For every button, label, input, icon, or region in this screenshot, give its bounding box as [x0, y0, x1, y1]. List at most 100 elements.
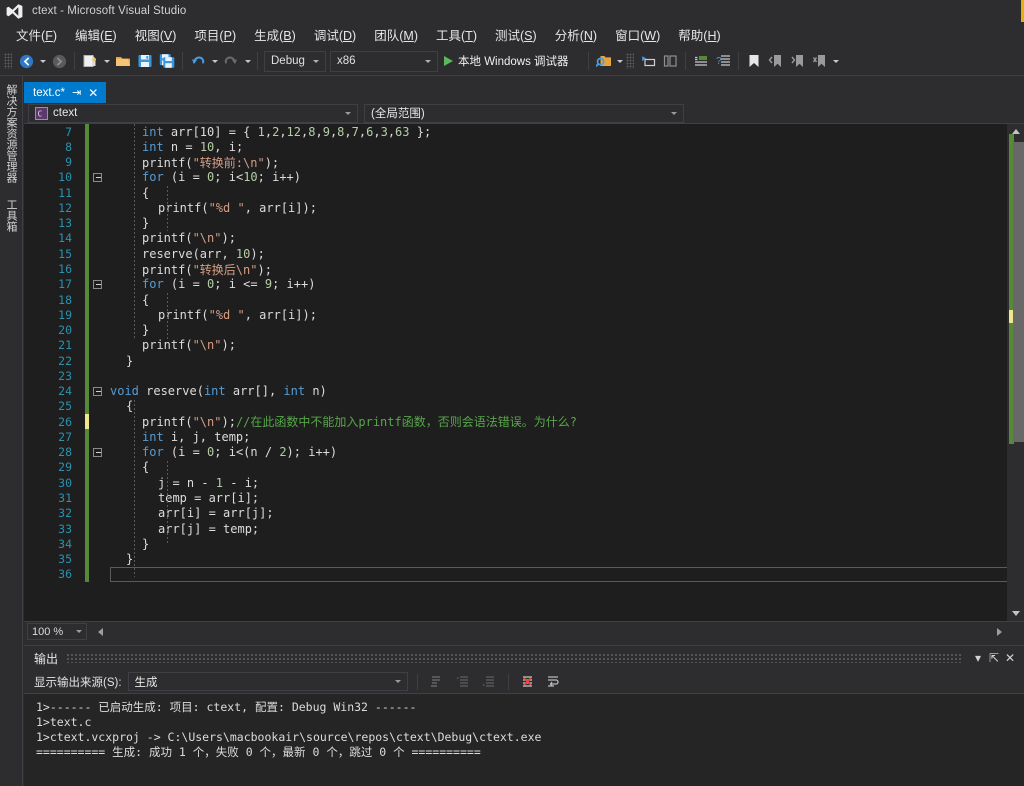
menu-item-build[interactable]: 生成(B)	[245, 23, 305, 47]
goto-message-icon[interactable]	[427, 672, 447, 692]
code-line[interactable]: 35}	[24, 551, 1024, 567]
collapse-region-icon[interactable]	[89, 447, 106, 457]
code-line[interactable]: 31 temp = arr[i];	[24, 490, 1024, 506]
code-line[interactable]: 16 printf("转换后\n");	[24, 261, 1024, 277]
code-line[interactable]: 10 for (i = 0; i<10; i++)	[24, 169, 1024, 186]
code-line[interactable]: 19 printf("%d ", arr[i]);	[24, 307, 1024, 323]
scrollbar-thumb[interactable]	[1013, 142, 1024, 442]
toolbar-grip[interactable]	[4, 53, 12, 69]
undo-dropdown-icon[interactable]	[209, 50, 220, 72]
start-debugging-button[interactable]: 本地 Windows 调试器	[440, 50, 584, 72]
toolbar-grip[interactable]	[625, 53, 634, 69]
code-line[interactable]: 23	[24, 368, 1024, 384]
menu-item-window[interactable]: 窗口(W)	[606, 23, 669, 47]
code-line[interactable]: 9 printf("转换前:\n");	[24, 154, 1024, 170]
code-line[interactable]: 29 {	[24, 459, 1024, 476]
pin-icon[interactable]: ⇥	[72, 86, 81, 99]
navigation-member-dropdown[interactable]: (全局范围)	[364, 103, 684, 123]
scroll-right-icon[interactable]	[992, 623, 1007, 640]
menu-item-file[interactable]: 文件(F)	[7, 23, 66, 47]
tab-text-c[interactable]: text.c* ⇥ ✕	[24, 82, 107, 103]
code-line[interactable]: 33 arr[j] = temp;	[24, 520, 1024, 537]
code-lines-container[interactable]: 7 int arr[10] = { 1,2,12,8,9,8,7,6,3,63 }…	[24, 124, 1024, 582]
code-line[interactable]: 7 int arr[10] = { 1,2,12,8,9,8,7,6,3,63 }…	[24, 124, 1024, 140]
output-pane-body[interactable]: 1>------ 已启动生成: 项目: ctext, 配置: Debug Win…	[24, 694, 1024, 786]
collapse-region-icon[interactable]	[89, 386, 106, 396]
open-file-icon[interactable]	[112, 50, 134, 72]
code-line[interactable]: 34}	[24, 536, 1024, 552]
redo-dropdown-icon[interactable]	[242, 50, 253, 72]
scroll-down-icon[interactable]	[1007, 606, 1024, 621]
new-project-dropdown-icon[interactable]	[101, 50, 112, 72]
menu-item-analyze[interactable]: 分析(N)	[546, 23, 606, 47]
comment-icon[interactable]: ?	[712, 50, 734, 72]
code-line[interactable]: 28 for (i = 0; i<(n / 2); i++)	[24, 444, 1024, 460]
menu-item-project[interactable]: 项目(P)	[185, 23, 245, 47]
close-icon[interactable]: ✕	[1002, 649, 1018, 667]
solution-platform-dropdown[interactable]: x86	[330, 50, 438, 72]
redo-icon[interactable]	[220, 50, 242, 72]
close-icon[interactable]: ✕	[88, 87, 98, 99]
editor-vertical-scrollbar[interactable]	[1007, 124, 1024, 621]
menu-item-debug[interactable]: 调试(D)	[305, 23, 365, 47]
collapse-region-icon[interactable]	[89, 279, 106, 289]
new-project-icon[interactable]	[79, 50, 101, 72]
pin-icon[interactable]: ⇱	[986, 649, 1002, 667]
previous-bookmark-icon[interactable]	[765, 50, 787, 72]
menu-item-help[interactable]: 帮助(H)	[669, 23, 729, 47]
step-over-icon[interactable]	[659, 50, 681, 72]
navigation-project-dropdown[interactable]: C ctext	[28, 103, 358, 123]
chevron-down-icon[interactable]: ▾	[970, 649, 986, 667]
code-line[interactable]: 25 {	[24, 398, 1024, 415]
clear-bookmarks-icon[interactable]	[809, 50, 831, 72]
goto-previous-message-icon[interactable]	[453, 672, 473, 692]
goto-next-message-icon[interactable]	[479, 672, 499, 692]
output-source-dropdown[interactable]: 生成	[127, 672, 408, 691]
navigate-back-icon[interactable]	[15, 50, 37, 72]
code-line[interactable]: 11 {	[24, 185, 1024, 201]
solution-configuration-dropdown[interactable]: Debug	[264, 50, 326, 72]
undo-icon[interactable]	[187, 50, 209, 72]
collapse-region-icon[interactable]	[89, 172, 106, 182]
code-editor[interactable]: 7 int arr[10] = { 1,2,12,8,9,8,7,6,3,63 }…	[24, 124, 1024, 621]
code-line[interactable]: 17 for (i = 0; i <= 9; i++)	[24, 276, 1024, 292]
editor-horizontal-scrollbar[interactable]	[93, 623, 1024, 640]
menu-item-tools[interactable]: 工具(T)	[427, 23, 486, 47]
code-line[interactable]: 18 {	[24, 291, 1024, 308]
menu-item-team[interactable]: 团队(M)	[365, 23, 427, 47]
code-line[interactable]: 12 printf("%d ", arr[i]);	[24, 200, 1024, 216]
scroll-left-icon[interactable]	[93, 623, 108, 640]
sidebar-item-solution-explorer[interactable]: 解决方案资源管理器	[0, 76, 21, 191]
toolbar-overflow-icon[interactable]	[831, 50, 842, 72]
save-icon[interactable]	[134, 50, 156, 72]
navigate-back-dropdown-icon[interactable]	[37, 50, 48, 72]
menu-item-edit[interactable]: 编辑(E)	[66, 23, 126, 47]
clear-output-icon[interactable]	[518, 672, 538, 692]
navigate-forward-icon[interactable]	[48, 50, 70, 72]
code-line[interactable]: 20}	[24, 322, 1024, 338]
step-into-icon[interactable]	[637, 50, 659, 72]
menu-item-test[interactable]: 测试(S)	[486, 23, 546, 47]
code-line[interactable]: 8 int n = 10, i;	[24, 139, 1024, 155]
find-dropdown-icon[interactable]	[615, 50, 626, 72]
toggle-word-wrap-icon[interactable]	[544, 672, 564, 692]
sidebar-item-toolbox[interactable]: 工具箱	[0, 191, 21, 240]
code-line[interactable]: 13}	[24, 215, 1024, 231]
zoom-level-dropdown[interactable]: 100 %	[27, 623, 87, 640]
code-line[interactable]: 36	[24, 566, 1024, 582]
output-pane-drag-handle[interactable]	[66, 653, 962, 663]
bookmark-icon[interactable]	[743, 50, 765, 72]
save-all-icon[interactable]	[156, 50, 178, 72]
code-line[interactable]: 30 j = n - 1 - i;	[24, 475, 1024, 491]
code-line[interactable]: 14 printf("\n");	[24, 230, 1024, 247]
menu-item-view[interactable]: 视图(V)	[126, 23, 186, 47]
find-in-files-icon[interactable]	[593, 50, 615, 72]
code-line[interactable]: 27 int i, j, temp;	[24, 429, 1024, 445]
code-line[interactable]: 26 printf("\n");//在此函数中不能加入printf函数，否则会语法…	[24, 414, 1024, 430]
code-line[interactable]: 24 void reserve(int arr[], int n)	[24, 383, 1024, 399]
code-line[interactable]: 15 reserve(arr, 10);	[24, 246, 1024, 262]
next-bookmark-icon[interactable]	[787, 50, 809, 72]
code-line[interactable]: 32 arr[i] = arr[j];	[24, 505, 1024, 521]
code-line[interactable]: 21 printf("\n");	[24, 337, 1024, 353]
indent-icon[interactable]	[690, 50, 712, 72]
